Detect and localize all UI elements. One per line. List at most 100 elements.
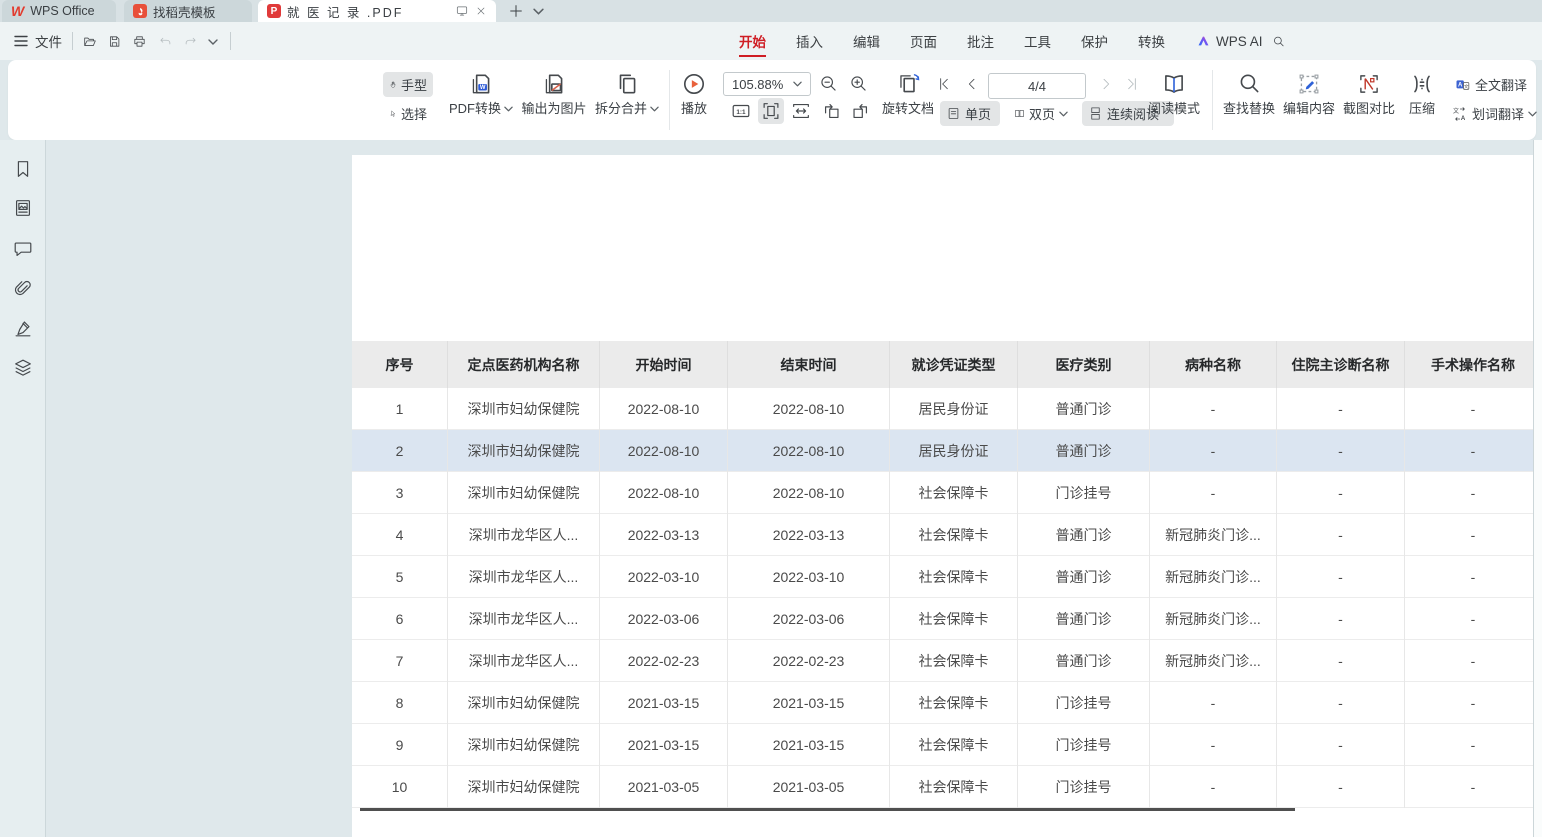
compress-button[interactable]: 压缩 xyxy=(1400,71,1444,116)
attachments-icon[interactable] xyxy=(12,278,34,300)
fit-width-button[interactable] xyxy=(788,98,814,124)
tab-docer-templates[interactable]: 找稻壳模板 xyxy=(124,0,252,22)
menu-comment[interactable]: 批注 xyxy=(965,22,996,60)
table-cell: 社会保障卡 xyxy=(890,598,1018,640)
print-icon[interactable] xyxy=(132,34,147,49)
split-merge-button[interactable]: 拆分合并 xyxy=(592,71,662,116)
quick-access-chevron-icon[interactable] xyxy=(208,39,218,45)
table-cell: 2021-03-15 xyxy=(728,724,890,766)
menu-edit[interactable]: 编辑 xyxy=(851,22,882,60)
table-row: 1深圳市妇幼保健院2022-08-102022-08-10居民身份证普通门诊--… xyxy=(352,388,1542,430)
book-icon xyxy=(1161,71,1187,97)
full-text-translate-button[interactable]: A文 全文翻译 xyxy=(1448,72,1533,97)
tab-list-chevron-icon[interactable] xyxy=(533,8,544,15)
table-cell: 普通门诊 xyxy=(1018,598,1150,640)
table-cell: 2022-08-10 xyxy=(728,472,890,514)
tab-document-pdf[interactable]: P 就 医 记 录 .PDF xyxy=(258,0,496,22)
read-mode-button[interactable]: 阅读模式 xyxy=(1144,71,1204,116)
comments-icon[interactable] xyxy=(12,238,34,260)
redo-icon[interactable] xyxy=(183,35,198,49)
menu-insert[interactable]: 插入 xyxy=(794,22,825,60)
page-number-input[interactable]: 4/4 xyxy=(988,73,1086,99)
signature-icon[interactable] xyxy=(12,317,34,339)
pdf-convert-button[interactable]: W PDF转换 xyxy=(446,71,516,116)
play-icon xyxy=(681,71,707,97)
vertical-scrollbar[interactable] xyxy=(1533,140,1542,837)
table-header-cell: 手术操作名称 xyxy=(1405,341,1542,388)
menu-page[interactable]: 页面 xyxy=(908,22,939,60)
tab-wps-office[interactable]: W WPS Office xyxy=(2,0,116,22)
hand-tool-button[interactable]: 手型 xyxy=(383,72,433,97)
zoom-out-button[interactable] xyxy=(818,73,839,94)
table-row: 2深圳市妇幼保健院2022-08-102022-08-10居民身份证普通门诊--… xyxy=(352,430,1542,472)
menu-search-icon[interactable] xyxy=(1271,34,1286,49)
table-cell: 2022-03-10 xyxy=(600,556,728,598)
continuous-reading-icon xyxy=(1088,106,1103,121)
previous-page-button[interactable] xyxy=(964,76,980,92)
table-cell: 2022-08-10 xyxy=(728,430,890,472)
table-cell: 普通门诊 xyxy=(1018,388,1150,430)
table-row: 6深圳市龙华区人...2022-03-062022-03-06社会保障卡普通门诊… xyxy=(352,598,1542,640)
close-tab-icon[interactable] xyxy=(475,5,487,17)
screenshot-compare-button[interactable]: 截图对比 xyxy=(1340,71,1398,116)
table-cell: 普通门诊 xyxy=(1018,430,1150,472)
cursor-icon xyxy=(389,106,397,121)
table-cell: 5 xyxy=(352,556,448,598)
menu-home[interactable]: 开始 xyxy=(737,22,768,60)
svg-text:A: A xyxy=(1461,116,1466,122)
file-menu[interactable]: 文件 xyxy=(33,22,64,60)
double-page-button[interactable]: 双页 xyxy=(1008,101,1074,126)
edit-content-icon xyxy=(1296,71,1322,97)
table-cell: - xyxy=(1405,388,1542,430)
table-cell: 2021-03-15 xyxy=(600,724,728,766)
zoom-in-button[interactable] xyxy=(848,73,869,94)
table-row: 3深圳市妇幼保健院2022-08-102022-08-10社会保障卡门诊挂号--… xyxy=(352,472,1542,514)
fit-page-button[interactable] xyxy=(758,98,784,124)
table-cell: 2022-08-10 xyxy=(600,472,728,514)
monitor-icon[interactable] xyxy=(455,4,469,18)
table-cell: 门诊挂号 xyxy=(1018,682,1150,724)
svg-text:文: 文 xyxy=(1453,107,1459,115)
single-page-button[interactable]: 单页 xyxy=(940,101,1000,126)
word-translate-button[interactable]: 文A 划词翻译 xyxy=(1446,101,1542,126)
new-tab-button[interactable] xyxy=(508,3,524,19)
table-cell: - xyxy=(1150,430,1277,472)
export-as-image-button[interactable]: 输出为图片 xyxy=(518,71,590,116)
edit-content-button[interactable]: 编辑内容 xyxy=(1280,71,1338,116)
undo-icon[interactable] xyxy=(158,35,173,49)
menubar: 文件 开始 插入 编辑 页面 批注 工具 保护 转换 WPS AI xyxy=(0,22,1542,60)
table-cell: - xyxy=(1405,640,1542,682)
table-cell: - xyxy=(1150,766,1277,808)
menu-wps-ai[interactable]: WPS AI xyxy=(1194,22,1265,60)
menu-convert[interactable]: 转换 xyxy=(1136,22,1167,60)
open-file-icon[interactable] xyxy=(82,34,98,49)
table-cell: - xyxy=(1405,682,1542,724)
zoom-level-select[interactable]: 105.88% xyxy=(723,72,811,96)
table-cell: - xyxy=(1277,766,1405,808)
svg-text:W: W xyxy=(480,85,486,91)
find-replace-button[interactable]: 查找替换 xyxy=(1220,71,1278,116)
table-cell: 深圳市妇幼保健院 xyxy=(448,724,600,766)
actual-size-button[interactable]: 1:1 xyxy=(728,98,754,124)
next-page-button[interactable] xyxy=(1098,76,1114,92)
table-cell: 8 xyxy=(352,682,448,724)
rotate-left-button[interactable] xyxy=(819,98,845,124)
last-page-button[interactable] xyxy=(1124,76,1140,92)
bookmark-icon[interactable] xyxy=(12,158,34,180)
table-cell: 深圳市妇幼保健院 xyxy=(448,682,600,724)
table-cell: 新冠肺炎门诊... xyxy=(1150,556,1277,598)
select-tool-button[interactable]: 选择 xyxy=(383,101,433,126)
play-button[interactable]: 播放 xyxy=(671,71,717,116)
table-cell: - xyxy=(1277,640,1405,682)
table-cell: 深圳市妇幼保健院 xyxy=(448,388,600,430)
save-icon[interactable] xyxy=(107,34,122,49)
layers-icon[interactable] xyxy=(12,357,34,379)
rotate-document-button[interactable]: 旋转文档 xyxy=(878,71,938,116)
menu-protect[interactable]: 保护 xyxy=(1079,22,1110,60)
thumbnails-icon[interactable] xyxy=(12,197,34,219)
rotate-right-button[interactable] xyxy=(847,98,873,124)
first-page-button[interactable] xyxy=(936,76,952,92)
menu-tools[interactable]: 工具 xyxy=(1022,22,1053,60)
main-menu-icon[interactable] xyxy=(14,35,28,47)
divider xyxy=(72,32,73,50)
